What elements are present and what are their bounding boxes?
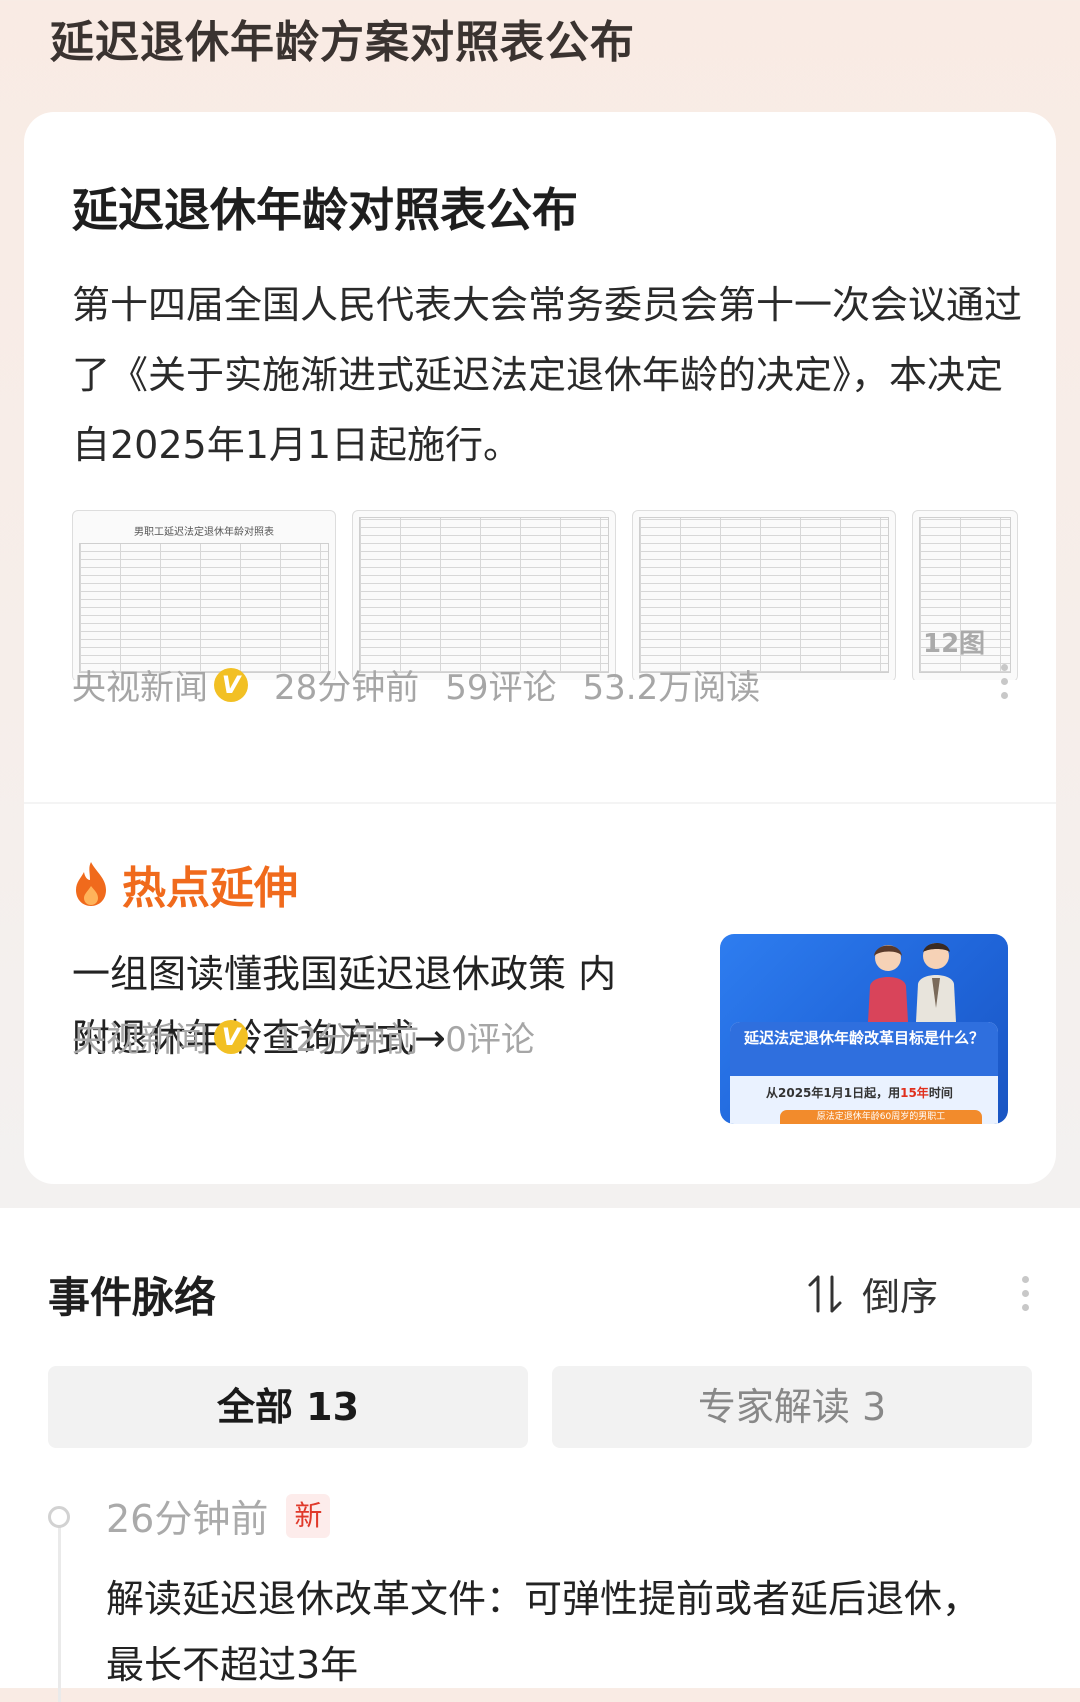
new-badge: 新 <box>286 1493 331 1538</box>
related-publish-time: 12分钟前 <box>274 1020 420 1060</box>
timeline-item-time: 26分钟前 新 <box>106 1488 331 1543</box>
tab-all[interactable]: 全部 13 <box>48 1366 528 1448</box>
timeline-line <box>58 1522 61 1702</box>
related-article-image[interactable]: 延迟法定退休年龄改革目标是什么？ 从2025年1月1日起，用15年时间 原法定退… <box>720 934 1008 1124</box>
related-comment-count: 0评论 <box>445 1020 535 1060</box>
timeline-more-icon[interactable] <box>1022 1276 1030 1318</box>
publish-time: 28分钟前 <box>274 668 420 708</box>
gallery-image-2[interactable] <box>352 510 616 680</box>
gallery-image-3[interactable] <box>632 510 896 680</box>
image-card-line: 从2025年1月1日起，用15年时间 <box>766 1086 953 1100</box>
article-card[interactable]: 延迟退休年龄对照表公布 第十四届全国人民代表大会常务委员会第十一次会议通过了《关… <box>24 112 1056 1184</box>
sort-order-button[interactable]: 倒序 <box>806 1266 938 1321</box>
timeline-dot-icon <box>48 1506 70 1528</box>
sort-icon <box>808 1275 842 1312</box>
verified-icon: V <box>214 1019 248 1054</box>
article-summary[interactable]: 第十四届全国人民代表大会常务委员会第十一次会议通过了《关于实施渐进式延迟法定退休… <box>72 270 1032 480</box>
flame-icon <box>76 862 106 906</box>
image-count-label: 12图 <box>923 629 986 659</box>
page-title: 延迟退休年龄方案对照表公布 <box>50 17 635 68</box>
tab-expert-analysis[interactable]: 专家解读 3 <box>552 1366 1032 1448</box>
source-name[interactable]: 央视新闻 <box>72 660 208 709</box>
image-info-card: 延迟法定退休年龄改革目标是什么？ 从2025年1月1日起，用15年时间 原法定退… <box>730 1022 998 1124</box>
article-meta: 央视新闻 V 28分钟前 59评论 53.2万阅读 <box>72 660 786 709</box>
related-meta: 央视新闻 V 12分钟前 0评论 <box>72 1012 561 1061</box>
image-card-bar: 原法定退休年龄60周岁的男职工 <box>780 1110 982 1124</box>
more-options-icon[interactable] <box>1001 664 1009 706</box>
timeline-item-text[interactable]: 解读延迟退休改革文件：可弹性提前或者延后退休，最长不超过3年 <box>106 1566 1006 1698</box>
verified-icon: V <box>214 667 248 702</box>
hot-extension-label: 热点延伸 <box>122 863 298 914</box>
section-divider <box>24 802 1056 804</box>
thumb-title: 男职工延迟法定退休年龄对照表 <box>134 527 274 538</box>
sort-label: 倒序 <box>862 1275 939 1319</box>
comment-count: 59评论 <box>445 668 557 708</box>
gallery-image-4[interactable]: 12图 <box>912 510 1018 680</box>
hot-extension-heading: 热点延伸 <box>72 852 298 916</box>
related-source-name[interactable]: 央视新闻 <box>72 1012 208 1061</box>
image-gallery[interactable]: 男职工延迟法定退休年龄对照表 12图 <box>72 510 1032 680</box>
image-card-title: 延迟法定退休年龄改革目标是什么？ <box>730 1022 998 1076</box>
gallery-image-1[interactable]: 男职工延迟法定退休年龄对照表 <box>72 510 336 680</box>
article-headline[interactable]: 延迟退休年龄对照表公布 <box>72 174 578 240</box>
people-illustration-icon <box>868 943 956 1022</box>
event-timeline-section: 事件脉络 倒序 全部 13 专家解读 3 26分钟前 新 解读延迟退休改革文件：… <box>0 1208 1080 1702</box>
timeline-heading: 事件脉络 <box>48 1273 217 1322</box>
read-count: 53.2万阅读 <box>582 668 761 708</box>
